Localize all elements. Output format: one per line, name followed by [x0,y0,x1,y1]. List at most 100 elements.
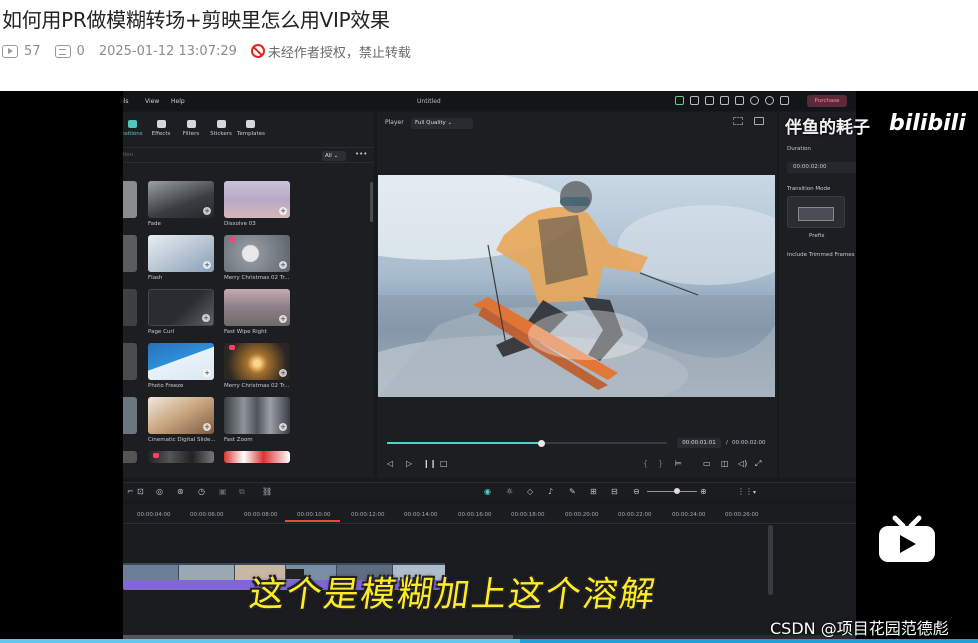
tool-icon[interactable]: ⌐ [127,487,134,496]
speed-tool-icon[interactable]: ⊛ [177,487,184,496]
thumb-partial-4[interactable] [123,343,137,380]
comment-icon [54,44,71,58]
thumb-partial-6[interactable] [123,451,137,463]
volume-icon[interactable]: ◁) [738,459,747,468]
zoom-knob[interactable] [674,488,680,494]
thumb-dissolve[interactable]: + [224,181,290,218]
zoom-slider[interactable] [647,491,697,492]
ruler-tick: 00:00:04:00 [137,512,171,518]
zoom-out-icon[interactable]: ⊖ [633,487,640,496]
tab-stickers[interactable]: Stickers [208,120,234,137]
thumb-page-curl[interactable]: + [148,289,214,326]
thumb-fast-wipe[interactable]: + [224,289,290,326]
tab-filters[interactable]: Filters [178,120,204,137]
copyright-notice: 未经作者授权，禁止转载 [267,45,411,61]
link-icon[interactable]: ⛓ [262,487,272,496]
pip-icon[interactable]: ⊞ [590,487,597,496]
include-trimmed-label[interactable]: Include Trimmed Frames [787,252,854,258]
detach-icon[interactable]: ⧉ [239,487,245,497]
thumb-fade[interactable]: + [148,181,214,218]
thumb-flash[interactable]: + [148,235,214,272]
tab-effects[interactable]: Effects [148,120,174,137]
play-icon[interactable]: ▷ [406,459,412,468]
pause-icon[interactable]: ❙❙ [423,459,436,468]
menu-view[interactable]: View [145,98,159,105]
more-icon[interactable]: ▾ [753,489,756,496]
transitions-icon [127,120,137,128]
video-player[interactable]: ols View Help Untitled Purchase nsitions… [0,91,978,643]
current-timecode[interactable]: 00:00:01:01 [677,438,721,448]
layout-icon[interactable]: ⋮⋮ [737,487,753,496]
thumb-christmas-2[interactable]: + [224,343,290,380]
thumb-photo-freeze[interactable]: + [148,343,214,380]
menu-help[interactable]: Help [171,98,185,105]
timer-icon[interactable]: ◷ [198,487,205,496]
send-icon[interactable] [690,96,699,105]
view-count: 57 [24,43,41,59]
stickers-icon [216,120,226,128]
filters-icon [186,120,196,128]
mark-in-icon[interactable]: { [643,459,648,468]
purchase-button[interactable]: Purchase [807,95,847,107]
render-icon[interactable]: ⊨ [675,459,682,468]
crop-icon[interactable] [705,96,714,105]
ai-tool-icon[interactable]: ◉ [484,487,491,496]
more-options-icon[interactable]: ••• [355,150,367,158]
monitor-icon[interactable] [720,96,729,105]
thumb-partial-5[interactable] [123,397,137,434]
menu-tools[interactable]: ols [123,98,128,105]
crop-tool-icon[interactable]: ⊡ [137,487,144,496]
tab-transitions[interactable]: nsitions [123,120,145,137]
timeline-vscroll[interactable] [768,525,773,595]
color-tool-icon[interactable]: ◎ [156,487,163,496]
transition-mode-label: Transition Mode [787,186,831,192]
thumb-row-partial[interactable] [224,451,290,463]
ruler-tick: 00:00:26:00 [725,512,759,518]
play-count-icon [2,44,18,58]
progress-track[interactable] [387,440,667,447]
edit-icon[interactable]: ✎ [569,487,576,496]
panel-scrollbar[interactable] [370,182,373,222]
group-icon[interactable]: ▣ [219,487,227,496]
progress-fill [387,442,541,444]
mic-icon[interactable]: ♪ [548,487,553,496]
snapshot-icon[interactable] [754,117,764,125]
window-title: Untitled [417,98,441,105]
gift-icon[interactable] [675,96,684,105]
tab-templates[interactable]: Templates [237,120,265,137]
prev-frame-icon[interactable]: ◁ [387,459,393,468]
article-title: 如何用PR做模糊转场+剪映里怎么用VIP效果 [2,8,390,32]
progress-knob[interactable] [538,440,545,447]
timeline-ruler[interactable]: 00:00:04:00 00:00:06:00 00:00:08:00 00:0… [123,504,856,524]
thumb-cinematic[interactable]: + [148,397,214,434]
bilibili-play-icon[interactable] [877,514,937,564]
subtitle-icon[interactable]: ⊟ [611,487,618,496]
video-progress-bar[interactable] [0,639,978,643]
player-controls: ◁ ▷ ❙❙ □ { } ⊨ ▭ ◫ ◁) ⤢ [377,457,777,471]
duration-input[interactable]: 00:00:02:00 [787,162,856,173]
stop-icon[interactable]: □ [440,459,448,468]
thumb-christmas[interactable]: + [224,235,290,272]
shield-icon[interactable]: ◇ [527,487,533,496]
save-icon[interactable] [735,96,744,105]
thumb-partial-2[interactable] [123,235,137,272]
camera-icon[interactable]: ◫ [721,459,729,468]
thumb-fast-zoom[interactable]: + [224,397,290,434]
settings-icon[interactable] [765,96,774,105]
safe-zone-icon[interactable] [733,117,743,125]
thumb-row-partial[interactable] [148,451,214,463]
article-meta: 57 0 2025-01-12 13:07:29 未经作者授权，禁止转载 [2,42,411,61]
thumb-partial-1[interactable] [123,181,137,218]
thumb-partial-3[interactable] [123,289,137,326]
fullscreen-icon[interactable]: ⤢ [755,459,761,469]
sun-icon[interactable]: ☼ [506,487,513,496]
mark-out-icon[interactable]: } [658,459,663,468]
filter-dropdown[interactable]: All ⌄ [322,151,346,161]
grid-icon[interactable] [780,96,789,105]
quality-dropdown[interactable]: Full Quality ⌄ [411,118,473,129]
search-input[interactable]: ition [123,152,133,158]
zoom-in-icon[interactable]: ⊕ [700,487,707,496]
display-icon[interactable]: ▭ [703,459,711,468]
cloud-icon[interactable] [750,96,759,105]
mode-prefix-option[interactable] [787,196,845,228]
